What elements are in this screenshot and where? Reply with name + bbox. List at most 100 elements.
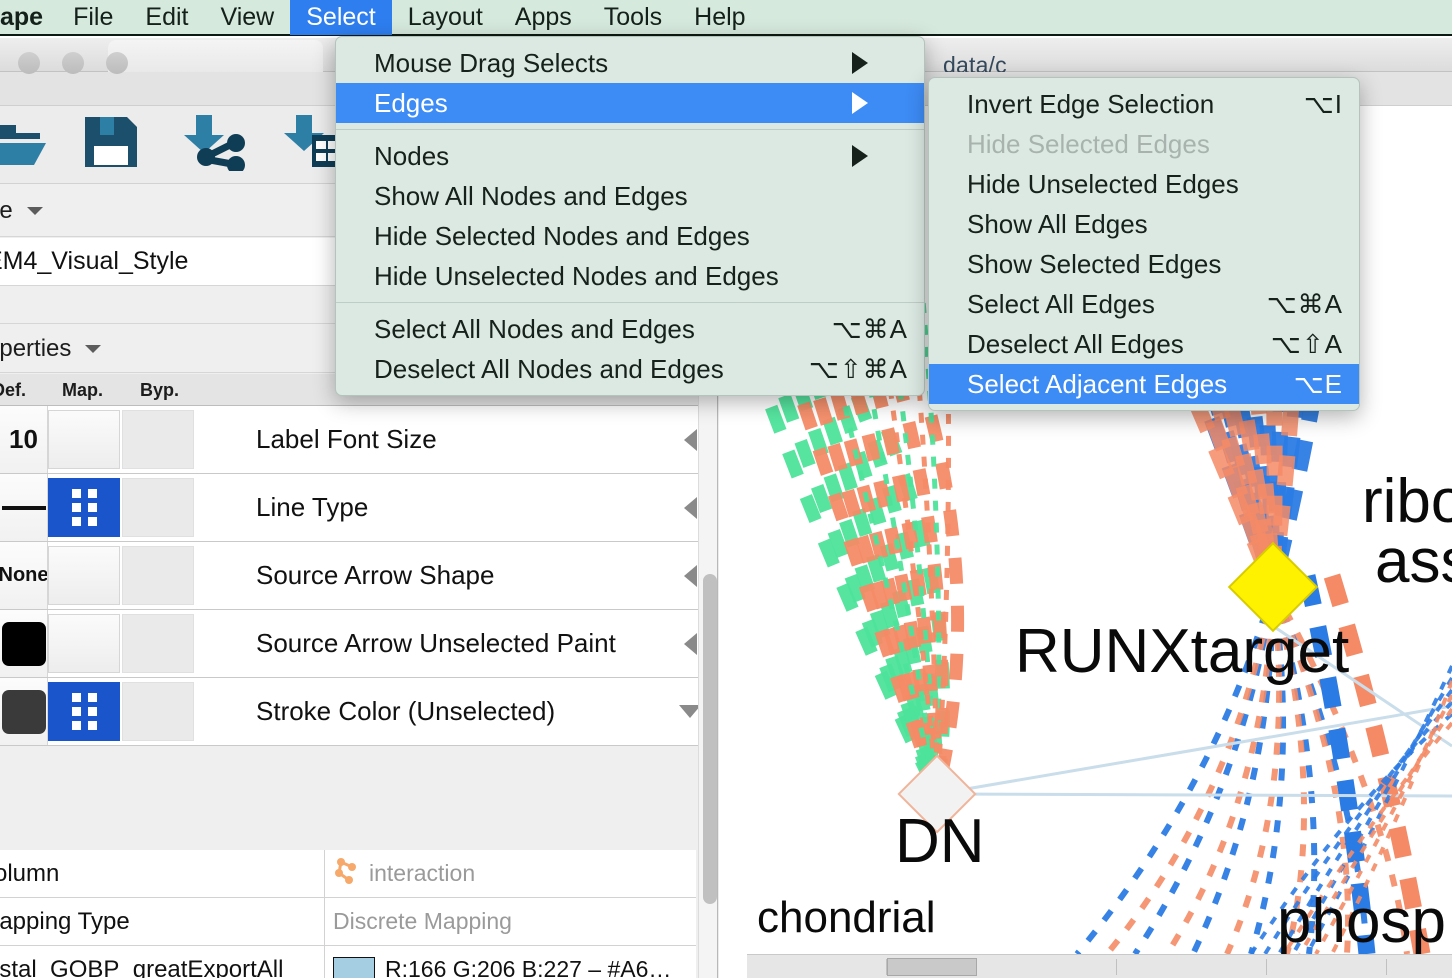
menubar-item-select[interactable]: Select [290, 0, 391, 35]
property-bypass-cell[interactable] [122, 682, 194, 741]
property-bypass-cell[interactable] [122, 410, 194, 469]
menu-item-label: Hide Unselected Nodes and Edges [374, 261, 779, 292]
color-swatch [2, 690, 46, 734]
mapping-row[interactable]: olumninteraction [0, 850, 696, 898]
menubar-item-view[interactable]: View [204, 0, 290, 35]
mapping-row[interactable]: istal_GOBP_greatExportAllR:166 G:206 B:2… [0, 946, 696, 978]
open-folder-icon[interactable] [0, 115, 48, 174]
property-row[interactable]: 10Label Font Size [0, 406, 718, 474]
column-header-map: Map. [62, 380, 103, 401]
mapping-value-text: interaction [369, 860, 475, 887]
property-row[interactable]: Line Type [0, 474, 718, 542]
property-default-cell[interactable] [0, 474, 48, 541]
screen-root: _data/c [0, 0, 1452, 978]
menu-item-label: Select All Nodes and Edges [374, 314, 695, 345]
network-edge[interactable] [937, 794, 1452, 796]
menu-item-shortcut: ⌥⇧A [1223, 329, 1343, 360]
property-default-cell[interactable] [0, 678, 48, 745]
select-menu-item-mouse-drag-selects[interactable]: Mouse Drag Selects [336, 43, 924, 83]
mapping-value-text: Discrete Mapping [333, 908, 512, 935]
menubar-item-edit[interactable]: Edit [129, 0, 204, 35]
select-menu-item-edges[interactable]: Edges [336, 83, 924, 123]
network-node-label[interactable]: DN [895, 811, 985, 873]
menu-item-label: Mouse Drag Selects [374, 48, 608, 79]
select-menu-item-hide-selected-nodes-and-edges[interactable]: Hide Selected Nodes and Edges [336, 216, 924, 256]
menubar-item-tools[interactable]: Tools [588, 0, 678, 35]
menubar-item-file[interactable]: File [57, 0, 129, 35]
property-row[interactable]: NoneSource Arrow Shape [0, 542, 718, 610]
menubar-item-layout[interactable]: Layout [392, 0, 499, 35]
menu-item-label: Deselect All Edges [967, 329, 1184, 360]
line-swatch [2, 506, 46, 510]
property-default-cell[interactable]: None [0, 542, 48, 609]
mapping-value[interactable]: R:166 G:206 B:227 – #A6… [324, 946, 696, 978]
style-selector-label: yle [0, 197, 13, 225]
select-menu-item-show-all-nodes-and-edges[interactable]: Show All Nodes and Edges [336, 176, 924, 216]
edges-menu-item-select-adjacent-edges[interactable]: Select Adjacent Edges⌥E [929, 364, 1359, 404]
property-bypass-cell[interactable] [122, 546, 194, 605]
network-node-label[interactable]: chondrial [757, 896, 936, 940]
edges-menu-item-hide-unselected-edges[interactable]: Hide Unselected Edges [929, 164, 1359, 204]
menu-item-shortcut: ⌥E [1246, 369, 1343, 400]
menu-item-shortcut: ⌥⌘A [1219, 289, 1343, 320]
select-menu[interactable]: Mouse Drag Selects Edges Nodes Show All Nod… [335, 36, 925, 396]
network-node-label[interactable]: phosp [1277, 891, 1446, 953]
menubar-item-help[interactable]: Help [678, 0, 761, 35]
select-menu-item-nodes[interactable]: Nodes [336, 136, 924, 176]
menu-item-label: Show Selected Edges [967, 249, 1221, 280]
window-traffic-lights[interactable] [18, 52, 128, 74]
select-menu-item-select-all-nodes-and-edges[interactable]: Select All Nodes and Edges ⌥⌘A [336, 309, 924, 349]
edges-submenu[interactable]: Invert Edge Selection⌥I Hide Selected Edg… [928, 77, 1360, 411]
edges-menu-item-deselect-all-edges[interactable]: Deselect All Edges ⌥⇧A [929, 324, 1359, 364]
import-network-icon[interactable] [174, 113, 248, 176]
edges-menu-item-show-selected-edges[interactable]: Show Selected Edges [929, 244, 1359, 284]
property-mapping-cell[interactable] [48, 478, 120, 537]
menubar-item-apps[interactable]: Apps [499, 0, 588, 35]
property-mapping-cell[interactable] [48, 682, 120, 741]
property-mapping-cell[interactable] [48, 546, 120, 605]
property-scrollbar-thumb[interactable] [703, 574, 717, 904]
menu-item-label: Deselect All Nodes and Edges [374, 354, 724, 385]
chevron-down-icon[interactable] [85, 345, 101, 353]
app-name-menu[interactable]: ape [0, 0, 57, 35]
mapping-row[interactable]: lapping TypeDiscrete Mapping [0, 898, 696, 946]
menu-item-label: Nodes [374, 141, 449, 172]
color-swatch [2, 622, 46, 666]
property-bypass-cell[interactable] [122, 478, 194, 537]
triangle-left-icon [684, 497, 697, 519]
chevron-down-icon[interactable] [27, 207, 43, 215]
menu-item-shortcut: ⌥⌘A [784, 314, 908, 345]
network-node-label[interactable]: RUNXtarget [1015, 621, 1349, 683]
column-header-def: Def. [0, 380, 26, 401]
property-bypass-cell[interactable] [122, 614, 194, 673]
select-menu-item-deselect-all-nodes-and-edges[interactable]: Deselect All Nodes and Edges⌥⇧⌘A [336, 349, 924, 389]
triangle-left-icon [684, 633, 697, 655]
edges-menu-item-show-all-edges[interactable]: Show All Edges [929, 204, 1359, 244]
edges-menu-item-select-all-edges[interactable]: Select All Edges⌥⌘A [929, 284, 1359, 324]
menu-item-label: Invert Edge Selection [967, 89, 1214, 120]
menu-item-label: Hide Selected Edges [967, 129, 1210, 160]
network-column-icon [333, 857, 359, 891]
save-icon[interactable] [82, 114, 140, 175]
minimize-window-button[interactable] [62, 52, 84, 74]
property-default-cell[interactable]: 10 [0, 406, 48, 473]
property-row[interactable]: Source Arrow Unselected Paint [0, 610, 718, 678]
mapping-value[interactable]: interaction [324, 850, 696, 897]
mapping-color-swatch [333, 957, 375, 978]
mapping-value[interactable]: Discrete Mapping [324, 898, 696, 945]
property-default-cell[interactable] [0, 610, 48, 677]
menu-bar[interactable]: apeFileEditViewSelectLayoutAppsToolsHelp [0, 0, 1452, 36]
network-node-label[interactable]: ribo [1362, 471, 1452, 533]
network-node-label[interactable]: ass [1375, 531, 1452, 593]
triangle-left-icon [684, 429, 697, 451]
window-tab[interactable] [108, 40, 323, 72]
edges-menu-item-invert-edge-selection[interactable]: Invert Edge Selection⌥I [929, 84, 1359, 124]
close-window-button[interactable] [18, 52, 40, 74]
mapping-value-text: R:166 G:206 B:227 – #A6… [385, 956, 671, 978]
property-mapping-cell[interactable] [48, 614, 120, 673]
menu-item-label: Hide Selected Nodes and Edges [374, 221, 750, 252]
property-mapping-cell[interactable] [48, 410, 120, 469]
maximize-window-button[interactable] [106, 52, 128, 74]
select-menu-item-hide-unselected-nodes-and-edges[interactable]: Hide Unselected Nodes and Edges [336, 256, 924, 296]
property-row[interactable]: Stroke Color (Unselected) [0, 678, 718, 746]
